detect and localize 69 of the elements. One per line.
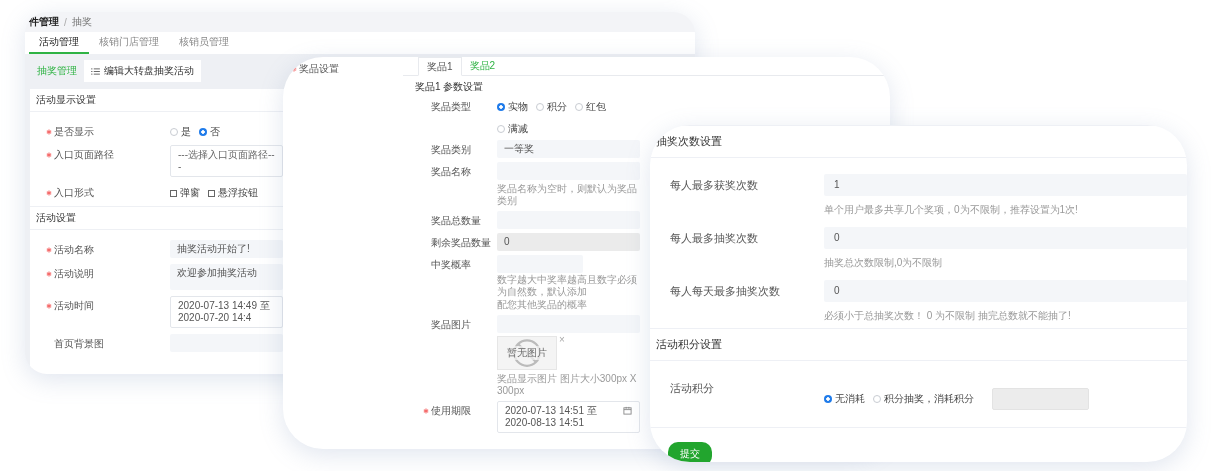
hint-text: 奖品显示图片 图片大小300px X 300px: [497, 373, 638, 397]
input-field[interactable]: 抽奖活动开始了!: [170, 240, 283, 258]
field-label: 每人每天最多抽奖次数: [669, 284, 781, 299]
tab[interactable]: 编辑大转盘抽奖活动: [84, 60, 201, 82]
input-field[interactable]: 一等奖: [497, 140, 640, 158]
input-field[interactable]: 0: [824, 280, 1187, 302]
field-label: 活动名称: [54, 243, 94, 257]
field-label: 每人最多抽奖次数: [669, 231, 759, 246]
field-label: 奖品图片: [431, 318, 471, 332]
field-label: 奖品设置: [299, 61, 339, 76]
select-field[interactable]: ---选择入口页面路径---: [170, 145, 283, 177]
radio-button[interactable]: [199, 128, 207, 136]
image-upload-field[interactable]: 暂无图片: [497, 336, 557, 370]
radio-button[interactable]: [536, 103, 544, 111]
field-label: 是否显示: [54, 125, 94, 139]
option-label: 积分: [547, 100, 567, 114]
hint-text: 奖品名称为空时，则默认为奖品类别: [497, 183, 638, 207]
field-label: 奖品总数量: [431, 214, 481, 228]
field-label: 入口形式: [54, 186, 94, 200]
input-field[interactable]: 0: [824, 227, 1187, 249]
date-range-field[interactable]: 2020-07-13 14:49 至 2020-07-20 14:4: [170, 296, 283, 328]
date-range-field[interactable]: 2020-07-13 14:51 至 2020-08-13 14:51: [497, 401, 640, 433]
field-label: 使用期限: [431, 404, 471, 418]
tab[interactable]: 核销门店管理: [89, 32, 169, 54]
field-label: 每人最多获奖次数: [669, 178, 759, 193]
option-label: 满减: [508, 122, 528, 136]
radio-button[interactable]: [497, 103, 505, 111]
field-label: 活动说明: [54, 267, 94, 281]
option-label: 积分抽奖，消耗积分: [884, 392, 974, 406]
option-label: 悬浮按钮: [218, 186, 258, 200]
hint-text: 单个用户最多共享几个奖项，0为不限制，推荐设置为1次!: [824, 204, 1079, 216]
input-field[interactable]: 1: [824, 174, 1187, 196]
text-area[interactable]: 欢迎参加抽奖活动: [170, 264, 283, 290]
radio-button[interactable]: [497, 125, 505, 133]
placeholder-text: 暂无图片: [507, 346, 547, 360]
option-label: 是: [181, 125, 191, 139]
radio-button[interactable]: [575, 103, 583, 111]
option-label: 否: [210, 125, 220, 139]
field-label: 奖品类型: [431, 100, 471, 114]
calendar-icon: [623, 406, 632, 415]
field-label: 中奖概率: [431, 258, 471, 272]
option-label: 无消耗: [835, 392, 865, 406]
hint-text: 数字越大中奖率越高且数字必须为自然数，默认添加: [497, 274, 638, 298]
field-label: 奖品名称: [431, 165, 471, 179]
hint-text: 抽奖总次数限制,0为不限制: [824, 257, 944, 269]
option-label: 红包: [586, 100, 606, 114]
tab[interactable]: 核销员管理: [169, 32, 239, 54]
section-title: 活动积分设置: [650, 328, 1187, 361]
field-label: 首页背景图: [54, 337, 104, 351]
breadcrumb-item[interactable]: 件管理: [29, 15, 59, 29]
radio-button[interactable]: [824, 395, 832, 403]
hint-text: 必须小于总抽奖次数！ 0 为不限制 抽完总数就不能抽了!: [824, 310, 1072, 322]
option-label: 实物: [508, 100, 528, 114]
list-icon: [91, 67, 100, 75]
field-label: 活动积分: [669, 381, 715, 396]
field-label: 活动时间: [54, 299, 94, 313]
tab[interactable]: 奖品1: [418, 57, 462, 76]
breadcrumb-item[interactable]: 抽奖: [71, 15, 92, 29]
radio-button[interactable]: [873, 395, 881, 403]
field-label: 入口页面路径: [54, 148, 114, 162]
checkbox[interactable]: [208, 189, 215, 197]
field-label: 剩余奖品数量: [431, 236, 491, 250]
radio-button[interactable]: [170, 128, 178, 136]
hint-text: 配您其他奖品的概率: [497, 299, 588, 311]
checkbox[interactable]: [170, 189, 177, 197]
field-label: 奖品类别: [431, 143, 471, 157]
input-field[interactable]: [170, 334, 283, 352]
option-label: 弹窗: [180, 186, 200, 200]
breadcrumb-separator: /: [64, 16, 67, 28]
